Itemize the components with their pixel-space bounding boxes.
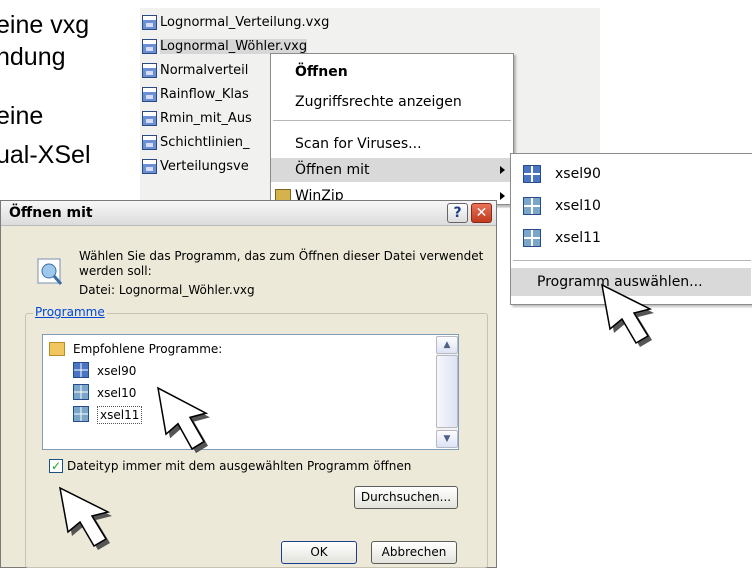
annotation-overlay xyxy=(58,283,654,550)
pointer-arrow-icon xyxy=(156,386,210,454)
pointer-arrow-icon xyxy=(600,283,654,347)
pointer-arrow-icon xyxy=(58,486,112,550)
